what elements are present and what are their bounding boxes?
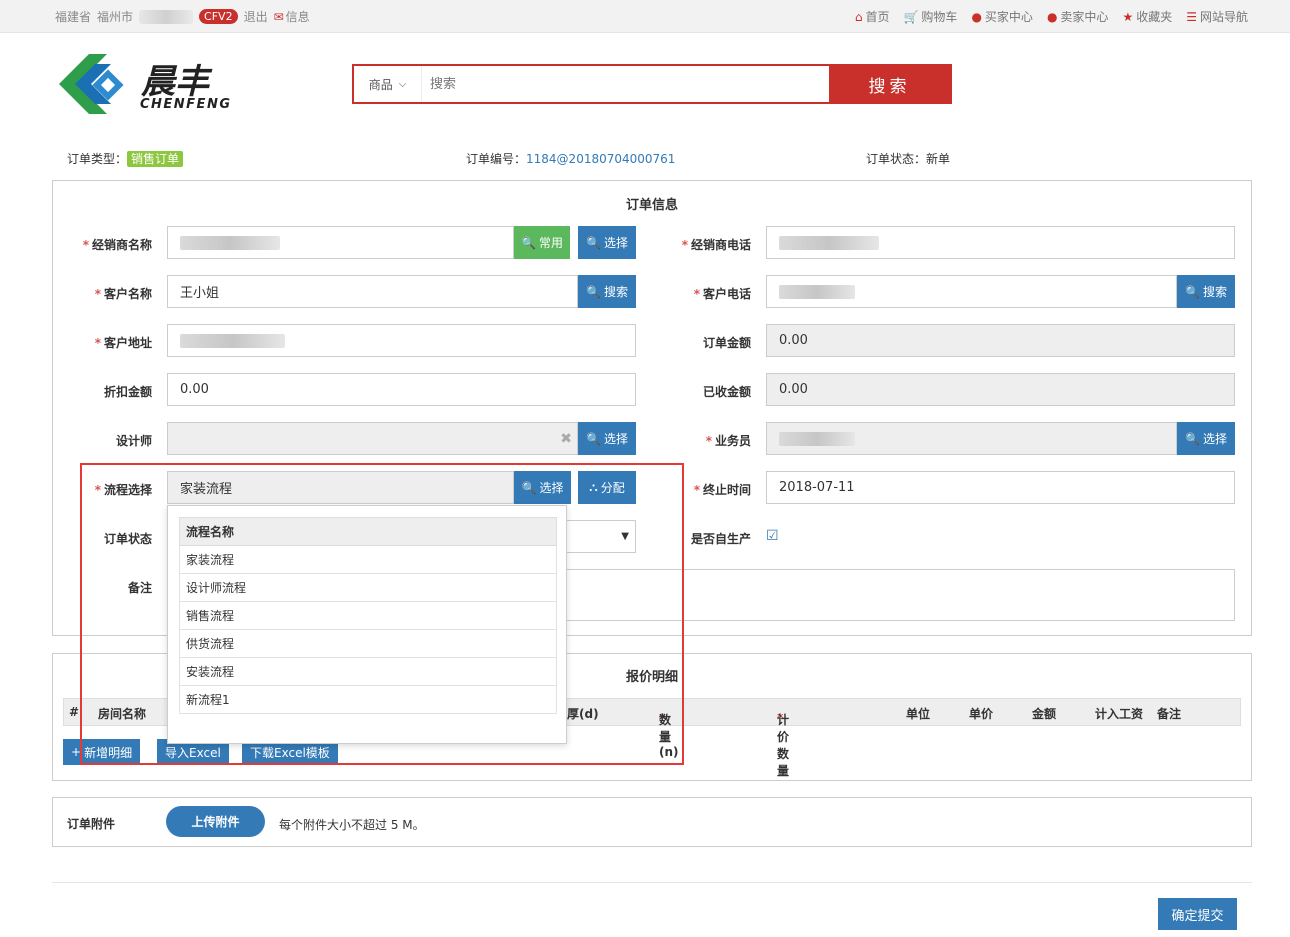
search-icon: 🔍 bbox=[586, 284, 601, 299]
blurred-value bbox=[180, 333, 285, 348]
col-unit: 单位 bbox=[906, 707, 931, 721]
topnav-item-4[interactable]: ★ 收藏夹 bbox=[1122, 8, 1172, 25]
submit-button[interactable]: 确定提交 bbox=[1158, 898, 1237, 930]
order-status: 订单状态：新单 bbox=[866, 150, 950, 167]
col-wage: 计入工资 bbox=[1095, 707, 1144, 721]
search-icon: 🔍 bbox=[521, 235, 536, 250]
topnav-item-0[interactable]: ⌂ 首页 bbox=[855, 8, 890, 25]
user-icon: ● bbox=[1046, 10, 1058, 24]
blurred-value bbox=[779, 235, 879, 250]
order-number-label: 订单编号： bbox=[466, 152, 527, 166]
username-blurred bbox=[139, 9, 194, 24]
search-category-select[interactable]: 商品 ⌵ bbox=[354, 66, 422, 102]
search-category-value: 商品 bbox=[368, 77, 393, 92]
topnav-label: 网站导航 bbox=[1199, 10, 1248, 24]
blurred-value bbox=[779, 284, 855, 299]
dealer-name-field[interactable] bbox=[167, 226, 514, 259]
order-type: 订单类型： 销售订单 bbox=[67, 150, 184, 167]
attachment-label: 订单附件 bbox=[67, 817, 116, 831]
received-field: 0.00 bbox=[766, 373, 1235, 406]
topnav-item-5[interactable]: ☰ 网站导航 bbox=[1186, 8, 1248, 25]
top-bar: 福建省 福州市 CFV2 退出 ✉ 信息 ⌂ 首页 🛒 购物车 ● 买家中心 ● 卖家中心 ★ 收… bbox=[0, 0, 1290, 33]
customer-search-button[interactable]: 🔍 搜索 bbox=[578, 275, 636, 308]
search-button[interactable]: 搜索 bbox=[829, 66, 950, 102]
discount-field[interactable]: 0.00 bbox=[167, 373, 636, 406]
upload-button[interactable]: 上传附件 bbox=[166, 806, 265, 837]
order-info-title: 订单信息 bbox=[625, 198, 678, 213]
home-icon: ⌂ bbox=[854, 10, 863, 24]
search-icon: 🔍 bbox=[1185, 284, 1200, 299]
mail-icon: ✉ bbox=[273, 9, 284, 24]
attachment-note: 每个附件大小不超过 5 M。 bbox=[279, 818, 425, 832]
order-amount-field: 0.00 bbox=[766, 324, 1235, 357]
customer-phone-label: * 客户电话 bbox=[693, 287, 751, 301]
order-number: 订单编号：1184@20180704000761 bbox=[466, 150, 675, 167]
topnav-label: 买家中心 bbox=[984, 10, 1033, 24]
list-icon: ☰ bbox=[1186, 10, 1197, 24]
message-link[interactable]: 信息 bbox=[286, 8, 310, 25]
province-text: 福建省 bbox=[55, 10, 92, 24]
order-number-value: 1184@20180704000761 bbox=[526, 152, 676, 166]
col-amount: 金额 bbox=[1032, 707, 1057, 721]
discount-label: 折扣金额 bbox=[103, 385, 152, 399]
dealer-select-button[interactable]: 🔍 选择 bbox=[578, 226, 636, 259]
blurred-value bbox=[180, 235, 280, 250]
dealer-name-label: * 经销商名称 bbox=[82, 238, 152, 252]
topnav-label: 卖家中心 bbox=[1060, 10, 1109, 24]
order-amount-label: 订单金额 bbox=[702, 336, 751, 350]
divider bbox=[52, 882, 1252, 883]
search-bar: 商品 ⌵ 搜索 bbox=[352, 64, 952, 104]
topnav-item-2[interactable]: ● 买家中心 bbox=[971, 8, 1033, 25]
logo-mark-icon bbox=[59, 54, 124, 114]
customer-name-label: * 客户名称 bbox=[94, 287, 152, 301]
customer-address-label: * 客户地址 bbox=[94, 336, 152, 350]
order-type-tag: 销售订单 bbox=[127, 151, 184, 167]
star-icon: ★ bbox=[1122, 10, 1134, 24]
search-input[interactable] bbox=[422, 66, 829, 102]
topnav-item-1[interactable]: 🛒 购物车 bbox=[903, 8, 957, 25]
topnav-item-3[interactable]: ● 卖家中心 bbox=[1047, 8, 1109, 25]
search-icon: 🔍 bbox=[1185, 431, 1200, 446]
order-status-value: 新单 bbox=[926, 152, 951, 166]
clear-icon[interactable]: ✖ bbox=[560, 431, 572, 447]
search-icon: 🔍 bbox=[586, 431, 601, 446]
phone-search-button[interactable]: 🔍 搜索 bbox=[1177, 275, 1235, 308]
chevron-down-icon: ⌵ bbox=[398, 78, 407, 90]
logo-english-text: CHENFENG bbox=[140, 97, 232, 112]
dealer-phone-label: * 经销商电话 bbox=[681, 238, 751, 252]
customer-address-field[interactable] bbox=[167, 324, 636, 357]
order-type-label: 订单类型： bbox=[67, 152, 128, 166]
logo-chinese-text: 晨丰 bbox=[141, 62, 209, 102]
cart-icon: 🛒 bbox=[903, 10, 919, 24]
col-remark: 备注 bbox=[1157, 707, 1182, 721]
order-status-label: 订单状态： bbox=[866, 152, 927, 166]
version-badge: CFV2 bbox=[199, 9, 238, 24]
site-logo[interactable]: 晨丰 CHENFENG bbox=[53, 48, 248, 120]
customer-phone-field[interactable] bbox=[766, 275, 1177, 308]
common-button[interactable]: 🔍 常用 bbox=[514, 226, 570, 259]
blurred-value bbox=[779, 431, 855, 446]
col-price: 单价 bbox=[969, 707, 994, 721]
topnav-label: 收藏夹 bbox=[1136, 10, 1173, 24]
highlight-box bbox=[80, 463, 684, 765]
search-icon: 🔍 bbox=[586, 235, 601, 250]
designer-label: 设计师 bbox=[115, 434, 152, 448]
topnav-label: 首页 bbox=[865, 10, 890, 24]
designer-field[interactable]: ✖ bbox=[167, 422, 578, 455]
dealer-phone-field[interactable] bbox=[766, 226, 1235, 259]
topnav-label: 购物车 bbox=[921, 10, 958, 24]
customer-name-field[interactable]: 王小姐 bbox=[167, 275, 578, 308]
received-label: 已收金额 bbox=[702, 385, 751, 399]
city-text: 福州市 bbox=[97, 10, 134, 24]
designer-select-button[interactable]: 🔍 选择 bbox=[578, 422, 636, 455]
self-produce-checkbox[interactable]: ☑ bbox=[766, 529, 780, 543]
salesman-select-button[interactable]: 🔍 选择 bbox=[1177, 422, 1235, 455]
salesman-field[interactable] bbox=[766, 422, 1177, 455]
col-index: # bbox=[69, 705, 80, 719]
logout-link[interactable]: 退出 bbox=[244, 8, 268, 25]
top-nav: ⌂ 首页 🛒 购物车 ● 买家中心 ● 卖家中心 ★ 收藏夹 ☰ 网站导航 bbox=[855, 8, 1248, 25]
deadline-field[interactable]: 2018-07-11 bbox=[766, 471, 1235, 504]
user-icon: ● bbox=[971, 10, 982, 24]
salesman-label: * 业务员 bbox=[705, 434, 751, 448]
